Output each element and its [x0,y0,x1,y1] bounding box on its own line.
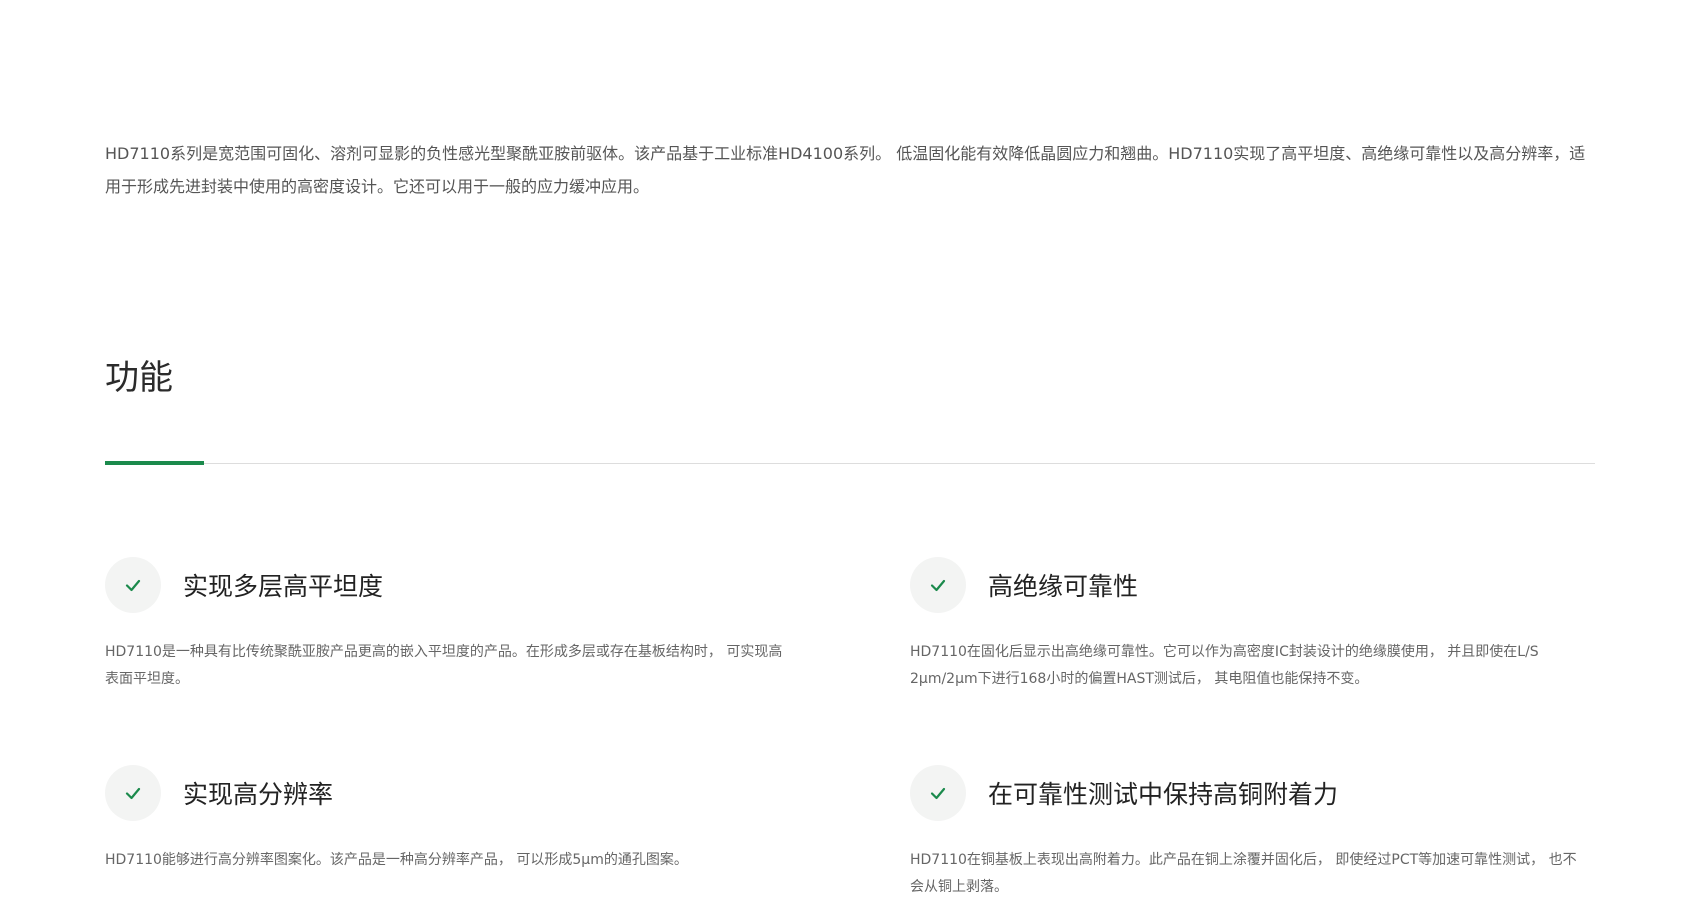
feature-item-insulation: 高绝缘可靠性 HD7110在固化后显示出高绝缘可靠性。它可以作为高密度IC封装设… [910,557,1590,693]
feature-title: 实现高分辨率 [183,780,334,809]
feature-item-copper-adhesion: 在可靠性测试中保持高铜附着力 HD7110在铜基板上表现出高附着力。此产品在铜上… [910,765,1590,901]
feature-item-resolution: 实现高分辨率 HD7110能够进行高分辨率图案化。该产品是一种高分辨率产品， 可… [105,765,785,874]
check-icon [105,765,161,821]
feature-title: 实现多层高平坦度 [183,572,384,601]
feature-header: 实现多层高平坦度 [105,557,785,613]
product-intro-text: HD7110系列是宽范围可固化、溶剂可显影的负性感光型聚酰亚胺前驱体。该产品基于… [105,144,1586,196]
section-divider [105,463,1595,464]
feature-title: 在可靠性测试中保持高铜附着力 [988,780,1339,809]
check-icon [910,557,966,613]
check-icon [105,557,161,613]
product-page: HD7110系列是宽范围可固化、溶剂可显影的负性感光型聚酰亚胺前驱体。该产品基于… [0,0,1691,910]
feature-description: HD7110在铜基板上表现出高附着力。此产品在铜上涂覆并固化后， 即使经过PCT… [910,852,1577,895]
feature-header: 在可靠性测试中保持高铜附着力 [910,765,1590,821]
feature-description: HD7110是一种具有比传统聚酰亚胺产品更高的嵌入平坦度的产品。在形成多层或存在… [105,644,783,687]
features-section-title: 功能 [105,358,173,398]
feature-header: 实现高分辨率 [105,765,785,821]
feature-header: 高绝缘可靠性 [910,557,1590,613]
feature-description: HD7110在固化后显示出高绝缘可靠性。它可以作为高密度IC封装设计的绝缘膜使用… [910,644,1539,687]
section-divider-accent [105,461,204,465]
feature-title: 高绝缘可靠性 [988,572,1139,601]
check-icon [910,765,966,821]
feature-item-planarity: 实现多层高平坦度 HD7110是一种具有比传统聚酰亚胺产品更高的嵌入平坦度的产品… [105,557,785,693]
feature-description: HD7110能够进行高分辨率图案化。该产品是一种高分辨率产品， 可以形成5μm的… [105,852,688,868]
